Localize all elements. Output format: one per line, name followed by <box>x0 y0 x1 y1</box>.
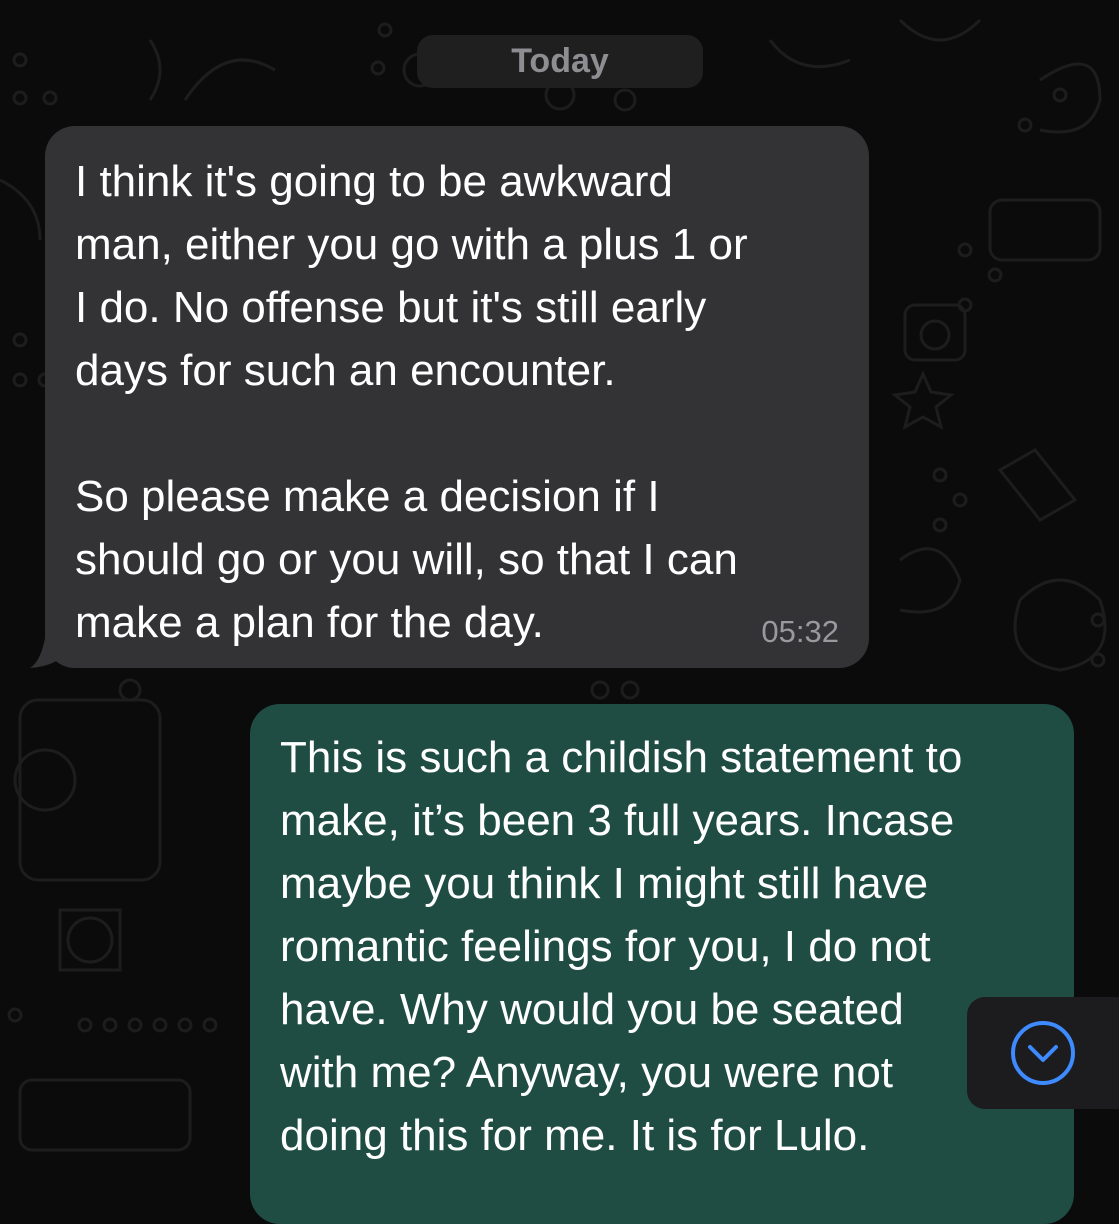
date-separator: Today <box>417 35 703 88</box>
outgoing-message-bubble[interactable]: This is such a childish statement to mak… <box>250 704 1074 1224</box>
chevron-down-circle-icon <box>1011 1021 1075 1085</box>
scroll-to-bottom-button[interactable] <box>967 997 1119 1109</box>
incoming-message-text: I think it's going to be awkward man, ei… <box>75 157 748 647</box>
message-timestamp: 05:32 <box>761 614 839 649</box>
incoming-message-bubble[interactable]: I think it's going to be awkward man, ei… <box>45 126 869 668</box>
outgoing-message-text: This is such a childish statement to mak… <box>280 733 963 1160</box>
